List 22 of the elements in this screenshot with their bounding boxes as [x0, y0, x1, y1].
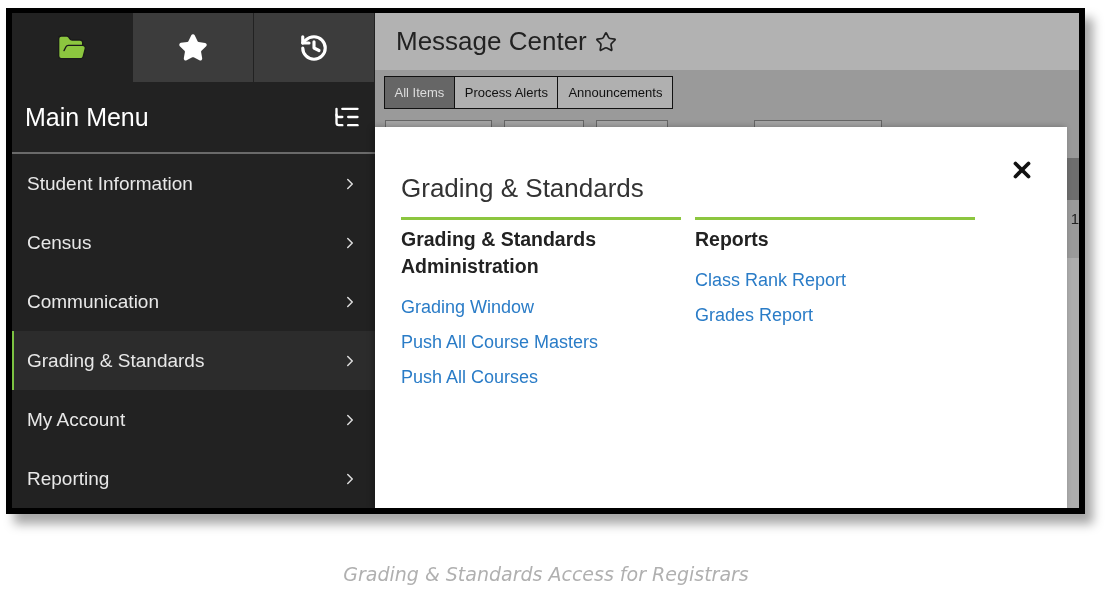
filter-tab[interactable]: Announcements	[557, 76, 674, 109]
section-heading: Grading & Standards Administration	[401, 227, 598, 279]
section-heading: Reports	[695, 227, 770, 252]
figure-caption: Grading & Standards Access for Registrars	[343, 563, 749, 585]
history-icon	[299, 32, 329, 63]
menu-title: Main Menu	[25, 102, 149, 132]
sidebar-tab[interactable]	[133, 13, 254, 82]
filter-tab[interactable]: Process Alerts	[453, 76, 559, 109]
menu-link[interactable]: Class Rank Report	[695, 263, 847, 298]
menu-link[interactable]: Grading Window	[401, 290, 535, 325]
filter-tab[interactable]: All Items	[383, 76, 456, 109]
favorite-icon[interactable]	[594, 30, 617, 53]
panel-title: Grading & Standards	[401, 173, 645, 204]
menu-link[interactable]: Grades Report	[695, 298, 814, 333]
page-title: Message Center	[396, 26, 587, 57]
menu-link[interactable]: Push All Courses	[401, 360, 539, 395]
menu-item[interactable]: Grading & Standards	[12, 331, 375, 390]
sidebar-tab[interactable]	[254, 13, 375, 82]
table-cell: 1	[1070, 210, 1079, 227]
menu-link[interactable]: Push All Course Masters	[401, 325, 599, 360]
table-header	[1067, 158, 1079, 200]
star-icon	[178, 32, 208, 63]
